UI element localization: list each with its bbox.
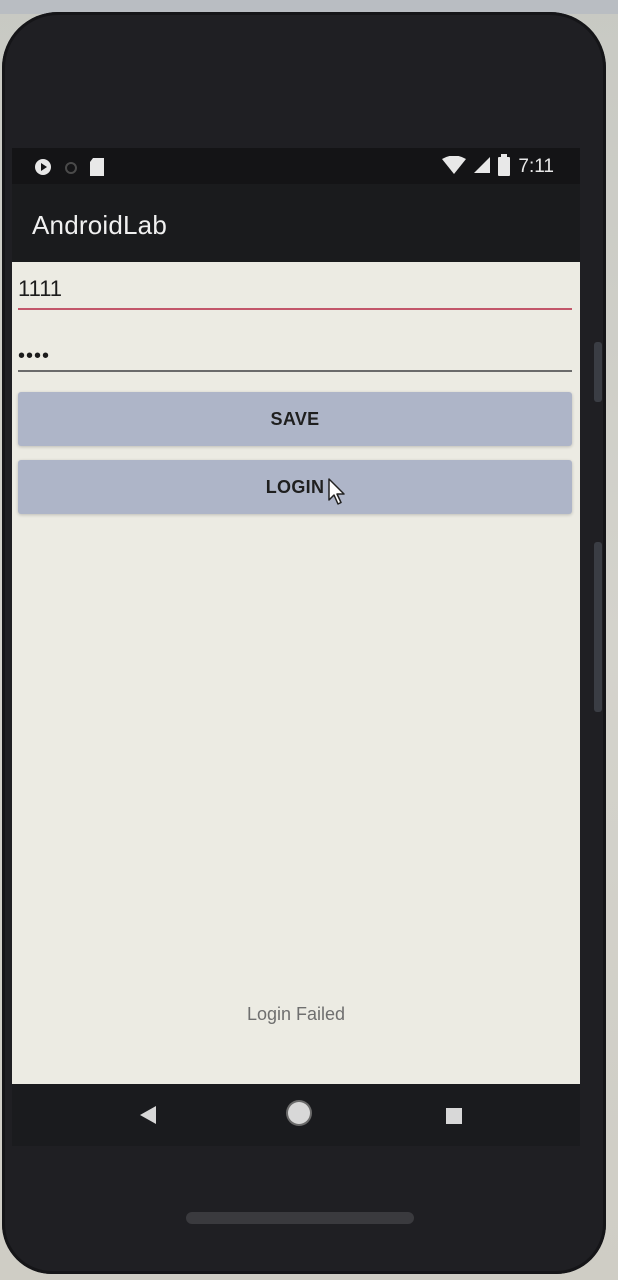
password-value: ••••	[18, 345, 51, 367]
status-icons-left	[34, 158, 104, 180]
status-time: 7:11	[518, 156, 554, 177]
status-icons-right: 7:11	[442, 154, 554, 180]
volume-button	[594, 342, 602, 402]
sd-card-icon	[90, 158, 104, 180]
login-status-message: Login Failed	[246, 1004, 346, 1024]
device-screen: 7:11 AndroidLab 1111 •••• SAVE LOGIN Log…	[12, 148, 580, 1084]
username-field[interactable]: 1111	[18, 266, 572, 310]
back-icon[interactable]	[140, 1106, 158, 1128]
mouse-cursor-icon	[328, 478, 348, 510]
app-title: AndroidLab	[32, 210, 167, 240]
wifi-icon	[442, 155, 467, 178]
save-button[interactable]: SAVE	[18, 392, 572, 446]
password-underline	[18, 370, 572, 372]
recents-icon[interactable]	[446, 1108, 462, 1124]
status-bar: 7:11	[12, 148, 580, 184]
app-bar: AndroidLab	[12, 184, 580, 262]
navigation-bar	[12, 1084, 580, 1146]
username-underline	[18, 308, 572, 310]
play-protect-icon	[34, 158, 52, 180]
phone-chin-speaker	[186, 1212, 414, 1224]
battery-icon	[498, 154, 511, 180]
username-value: 1111	[18, 276, 63, 301]
sync-icon	[64, 160, 78, 179]
login-button[interactable]: LOGIN	[18, 460, 572, 514]
power-button	[594, 542, 602, 712]
password-field[interactable]: ••••	[18, 328, 572, 372]
signal-icon	[474, 157, 491, 177]
login-form: 1111 •••• SAVE LOGIN Login Failed	[12, 262, 580, 1084]
home-icon[interactable]	[288, 1102, 310, 1124]
